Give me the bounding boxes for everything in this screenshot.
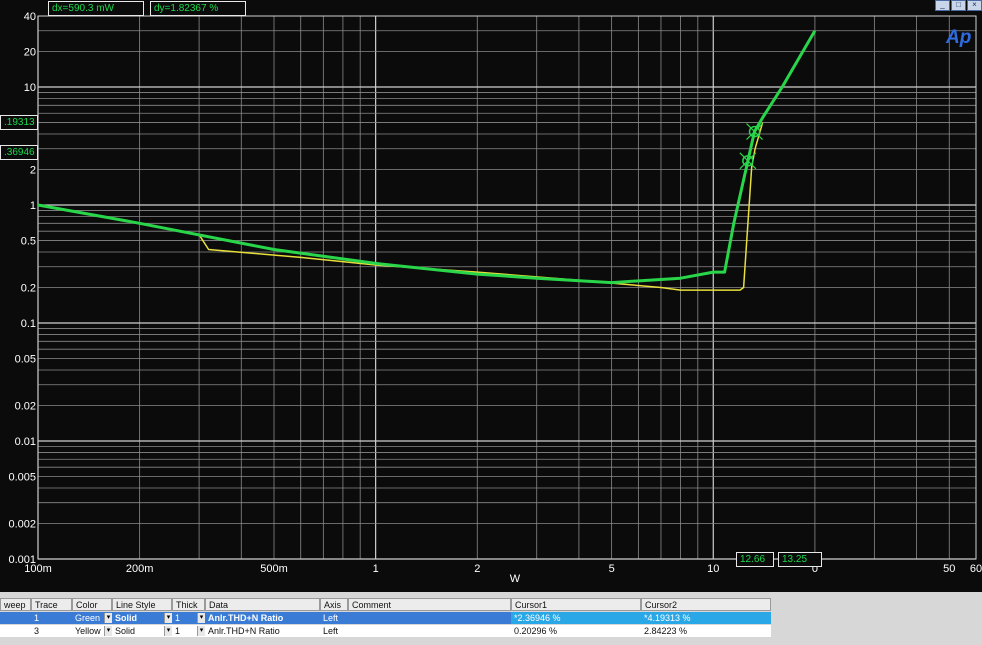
y-tick-label: 0.01	[15, 436, 36, 448]
dx-readout: dx=590.3 mW	[48, 1, 144, 16]
minimize-icon[interactable]: _	[935, 0, 950, 11]
col-sweep[interactable]: weep	[0, 598, 31, 611]
x-tick-label: 50	[943, 563, 955, 575]
y-tick-label: 20	[24, 47, 36, 59]
chevron-down-icon[interactable]: ▾	[104, 613, 112, 623]
y-tick-label: 0.005	[8, 472, 36, 484]
cursor2-value[interactable]: *4.19313 %	[641, 612, 771, 624]
y-tick-label: 0.05	[15, 354, 36, 366]
axis-select[interactable]: Left	[320, 612, 348, 624]
y-tick-label: 0.001	[8, 554, 36, 566]
x-tick-label: 10	[707, 563, 719, 575]
x-cursor2-label[interactable]: 13.25	[778, 552, 822, 567]
col-cursor2[interactable]: Cursor2	[641, 598, 771, 611]
y-tick-label: 0.002	[8, 518, 36, 530]
thd-n-chart[interactable]: 100m 200m 500m 1 2 5 10 0 50 60402010210.50.20.10…	[0, 0, 982, 592]
comment-field[interactable]	[348, 612, 511, 624]
cursor1-value[interactable]: 0.20296 %	[511, 625, 641, 637]
chevron-down-icon[interactable]: ▾	[164, 626, 172, 636]
maximize-icon[interactable]: □	[951, 0, 966, 11]
line-style-select[interactable]: Solid	[112, 625, 172, 637]
x-tick-label: 5	[609, 563, 615, 575]
y-tick-label: 0.5	[21, 236, 36, 248]
trace-number: 3	[31, 625, 72, 637]
x-tick-label: 1	[373, 563, 379, 575]
y-tick-label: 0.1	[21, 318, 36, 330]
chevron-down-icon[interactable]: ▾	[197, 613, 205, 623]
dy-readout: dy=1.82367 %	[150, 1, 246, 16]
line-style-select[interactable]: Solid	[112, 612, 172, 624]
y-cursor1-label[interactable]: .36946	[0, 145, 38, 160]
ap-logo: Ap	[946, 27, 972, 48]
x-cursor1-label[interactable]: 12.66	[736, 552, 774, 567]
col-comment[interactable]: Comment	[348, 598, 511, 611]
col-color[interactable]: Color	[72, 598, 112, 611]
y-tick-label: 0.2	[21, 283, 36, 295]
y-tick-label: 1	[30, 200, 36, 212]
window-controls: _ □ ×	[935, 0, 982, 11]
col-line-style[interactable]: Line Style	[112, 598, 172, 611]
chevron-down-icon[interactable]: ▾	[104, 626, 112, 636]
data-select[interactable]: Anlr.THD+N Ratio	[205, 625, 320, 637]
row-sweep-cell	[0, 625, 31, 637]
close-icon[interactable]: ×	[967, 0, 982, 11]
x-tick-label: 60	[970, 563, 982, 575]
x-tick-label: 500m	[260, 563, 288, 575]
col-thick[interactable]: Thick	[172, 598, 205, 611]
trace-table: weep Trace Color Line Style Thick Data A…	[0, 592, 982, 645]
chevron-down-icon[interactable]: ▾	[164, 613, 172, 623]
x-axis-label: W	[510, 573, 521, 585]
y-tick-label: 0.02	[15, 400, 36, 412]
x-tick-label: 2	[474, 563, 480, 575]
y-tick-label: 2	[30, 165, 36, 177]
col-cursor1[interactable]: Cursor1	[511, 598, 641, 611]
plot-background	[0, 0, 982, 592]
data-select[interactable]: Anlr.THD+N Ratio	[205, 612, 320, 624]
col-data[interactable]: Data	[205, 598, 320, 611]
x-tick-label: 200m	[126, 563, 154, 575]
comment-field[interactable]	[348, 625, 511, 637]
y-cursor2-label[interactable]: .19313	[0, 115, 38, 130]
y-tick-label: 40	[24, 11, 36, 23]
trace-number: 1	[31, 612, 72, 624]
cursor2-value[interactable]: 2.84223 %	[641, 625, 771, 637]
y-tick-label: 10	[24, 82, 36, 94]
chevron-down-icon[interactable]: ▾	[197, 626, 205, 636]
col-trace[interactable]: Trace	[31, 598, 72, 611]
col-axis[interactable]: Axis	[320, 598, 348, 611]
axis-select[interactable]: Left	[320, 625, 348, 637]
row-sweep-cell	[0, 612, 31, 624]
cursor1-value[interactable]: *2.36946 %	[511, 612, 641, 624]
